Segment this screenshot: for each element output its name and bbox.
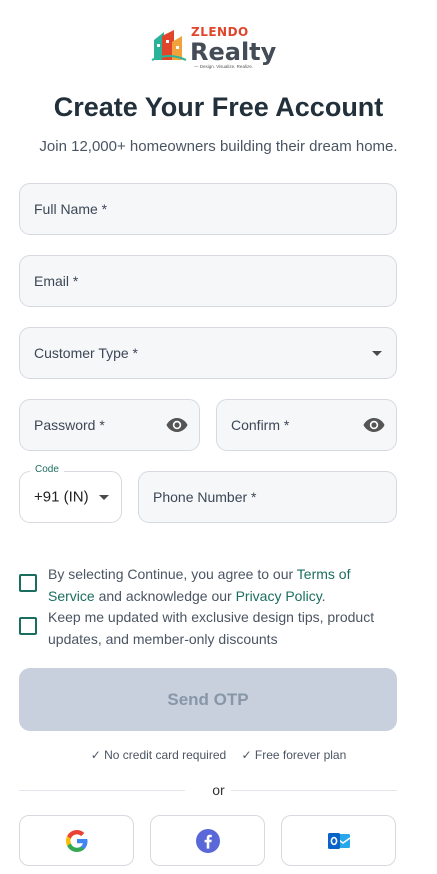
chevron-down-icon: [99, 495, 109, 500]
outlook-icon: [327, 832, 350, 849]
divider-right: [231, 790, 397, 791]
brand-tagline: — Design. Visualize. Realize.: [194, 64, 253, 69]
country-code-value: +91 (IN): [34, 488, 89, 506]
terms-prefix: By selecting Continue, you agree to our: [48, 566, 297, 582]
country-code-select[interactable]: +91 (IN): [19, 471, 122, 523]
phone-number-field[interactable]: Phone Number *: [138, 471, 397, 523]
full-name-field[interactable]: Full Name *: [19, 183, 397, 235]
free-plan-note: ✓ Free forever plan: [241, 748, 347, 762]
updates-checkbox[interactable]: [19, 617, 37, 635]
perks-line: ✓ No credit card required ✓ Free forever…: [0, 748, 437, 762]
terms-text: By selecting Continue, you agree to our …: [48, 563, 388, 607]
terms-suffix: .: [321, 588, 326, 604]
confirm-placeholder: Confirm *: [231, 417, 290, 433]
facebook-icon: [195, 828, 220, 853]
updates-text: Keep me updated with exclusive design ti…: [48, 609, 375, 647]
terms-middle: and acknowledge our: [94, 588, 236, 604]
facebook-signin-button[interactable]: [150, 815, 265, 866]
outlook-signin-button[interactable]: [281, 815, 396, 866]
google-icon: [65, 829, 87, 852]
google-signin-button[interactable]: [19, 815, 134, 866]
confirm-password-field[interactable]: Confirm *: [216, 399, 397, 451]
brand-main-word: Realty: [190, 38, 277, 66]
terms-consent-row: By selecting Continue, you agree to our …: [19, 563, 419, 607]
customer-type-select[interactable]: Customer Type *: [19, 327, 397, 379]
privacy-policy-link[interactable]: Privacy Policy: [236, 588, 322, 604]
email-field[interactable]: Email *: [19, 255, 397, 307]
show-confirm-eye-icon[interactable]: [362, 413, 386, 437]
page-subtitle: Join 12,000+ homeowners building their d…: [39, 138, 398, 155]
full-name-placeholder: Full Name *: [34, 201, 108, 217]
updates-consent-row: Keep me updated with exclusive design ti…: [19, 606, 419, 650]
brand-top-word: ZLENDO: [191, 25, 249, 39]
house-logo-icon: [151, 30, 187, 61]
email-placeholder: Email *: [34, 273, 79, 289]
zlendo-realty-logo: ZLENDO Realty — Design. Visualize. Reali…: [150, 24, 276, 70]
chevron-down-icon: [372, 351, 382, 356]
send-otp-button[interactable]: Send OTP: [19, 668, 397, 731]
phone-placeholder: Phone Number *: [153, 489, 257, 505]
country-code-label: Code: [30, 464, 64, 475]
terms-checkbox[interactable]: [19, 574, 37, 592]
password-placeholder: Password *: [34, 417, 105, 433]
show-password-eye-icon[interactable]: [165, 413, 189, 437]
customer-type-placeholder: Customer Type *: [34, 345, 139, 361]
page-title: Create Your Free Account: [53, 92, 384, 122]
password-field[interactable]: Password *: [19, 399, 200, 451]
no-credit-card-note: ✓ No credit card required: [90, 748, 227, 762]
